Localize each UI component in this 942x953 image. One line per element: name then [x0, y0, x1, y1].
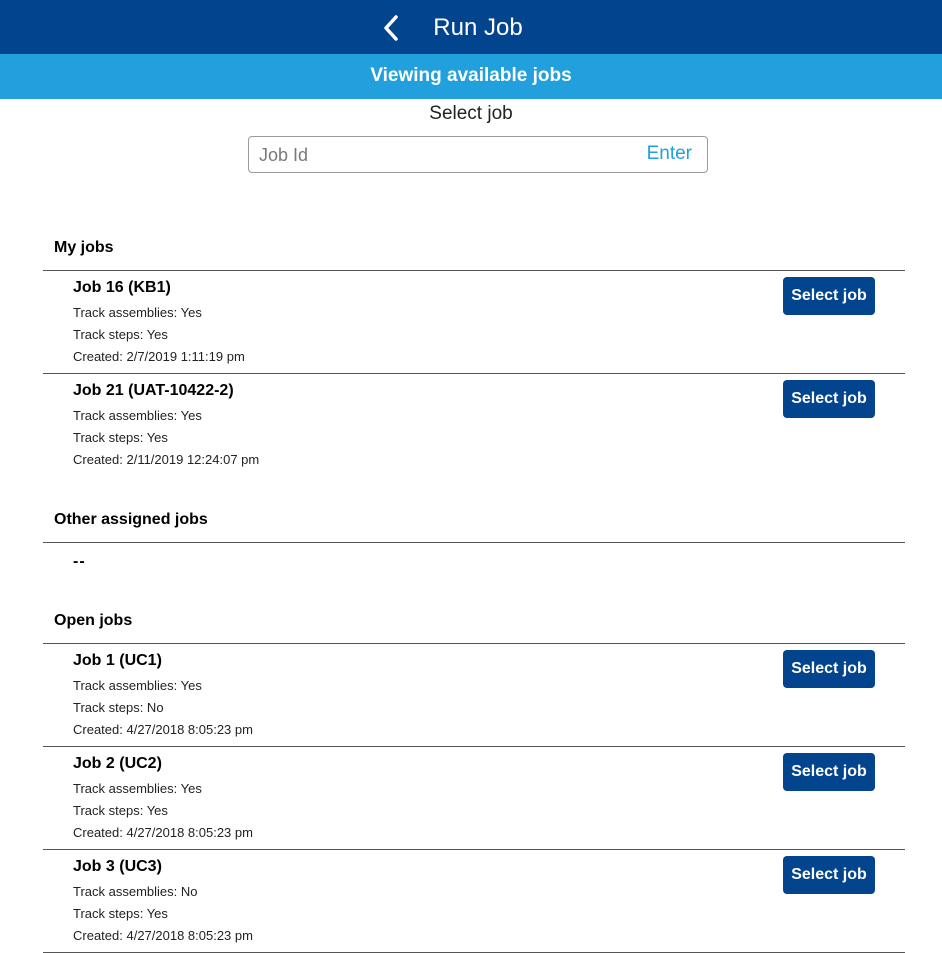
job-created: Created: 2/7/2019 1:11:19 pm — [73, 349, 245, 364]
job-track-steps: Track steps: Yes — [73, 803, 168, 818]
select-job-button[interactable]: Select job — [783, 380, 875, 418]
divider — [43, 542, 905, 543]
section-title: My jobs — [54, 239, 114, 256]
job-row: Job 1 (UC1) Track assemblies: Yes Track … — [43, 644, 905, 747]
job-row: Job 3 (UC3) Track assemblies: No Track s… — [43, 850, 905, 953]
job-title: Job 21 (UAT-10422-2) — [73, 382, 234, 399]
status-banner: Viewing available jobs — [0, 54, 942, 99]
my-jobs-section: My jobs Job 16 (KB1) Track assemblies: Y… — [43, 240, 905, 477]
job-track-assemblies: Track assemblies: Yes — [73, 408, 202, 423]
select-job-button[interactable]: Select job — [783, 277, 875, 315]
section-title: Other assigned jobs — [54, 511, 208, 528]
job-created: Created: 4/27/2018 8:05:23 pm — [73, 722, 253, 737]
enter-button[interactable]: Enter — [647, 143, 692, 165]
section-title: Open jobs — [54, 612, 133, 629]
job-title: Job 3 (UC3) — [73, 858, 162, 875]
select-job-heading: Select job — [429, 103, 513, 124]
job-track-assemblies: Track assemblies: Yes — [73, 305, 202, 320]
job-created: Created: 4/27/2018 8:05:23 pm — [73, 825, 253, 840]
open-jobs-section: Open jobs Job 1 (UC1) Track assemblies: … — [43, 613, 905, 953]
job-row: Job 21 (UAT-10422-2) Track assemblies: Y… — [43, 374, 905, 477]
job-row: Job 16 (KB1) Track assemblies: Yes Track… — [43, 271, 905, 374]
top-bar: Run Job — [0, 0, 942, 54]
other-assigned-jobs-section: Other assigned jobs -- — [43, 512, 905, 572]
job-created: Created: 4/27/2018 8:05:23 pm — [73, 928, 253, 943]
job-title: Job 16 (KB1) — [73, 279, 171, 296]
job-row: Job 2 (UC2) Track assemblies: Yes Track … — [43, 747, 905, 850]
select-job-button[interactable]: Select job — [783, 753, 875, 791]
job-title: Job 2 (UC2) — [73, 755, 162, 772]
job-track-steps: Track steps: Yes — [73, 430, 168, 445]
job-id-input[interactable] — [259, 141, 629, 169]
page-title: Run Job — [433, 14, 523, 41]
job-created: Created: 2/11/2019 12:24:07 pm — [73, 452, 260, 467]
job-id-search-box: Enter — [248, 136, 708, 173]
job-track-steps: Track steps: Yes — [73, 906, 168, 921]
job-track-steps: Track steps: Yes — [73, 327, 168, 342]
job-track-assemblies: Track assemblies: Yes — [73, 781, 202, 796]
select-job-button[interactable]: Select job — [783, 856, 875, 894]
job-title: Job 1 (UC1) — [73, 652, 162, 669]
job-track-steps: Track steps: No — [73, 700, 164, 715]
select-job-button[interactable]: Select job — [783, 650, 875, 688]
job-track-assemblies: Track assemblies: No — [73, 884, 198, 899]
job-track-assemblies: Track assemblies: Yes — [73, 678, 202, 693]
empty-placeholder: -- — [73, 553, 86, 570]
